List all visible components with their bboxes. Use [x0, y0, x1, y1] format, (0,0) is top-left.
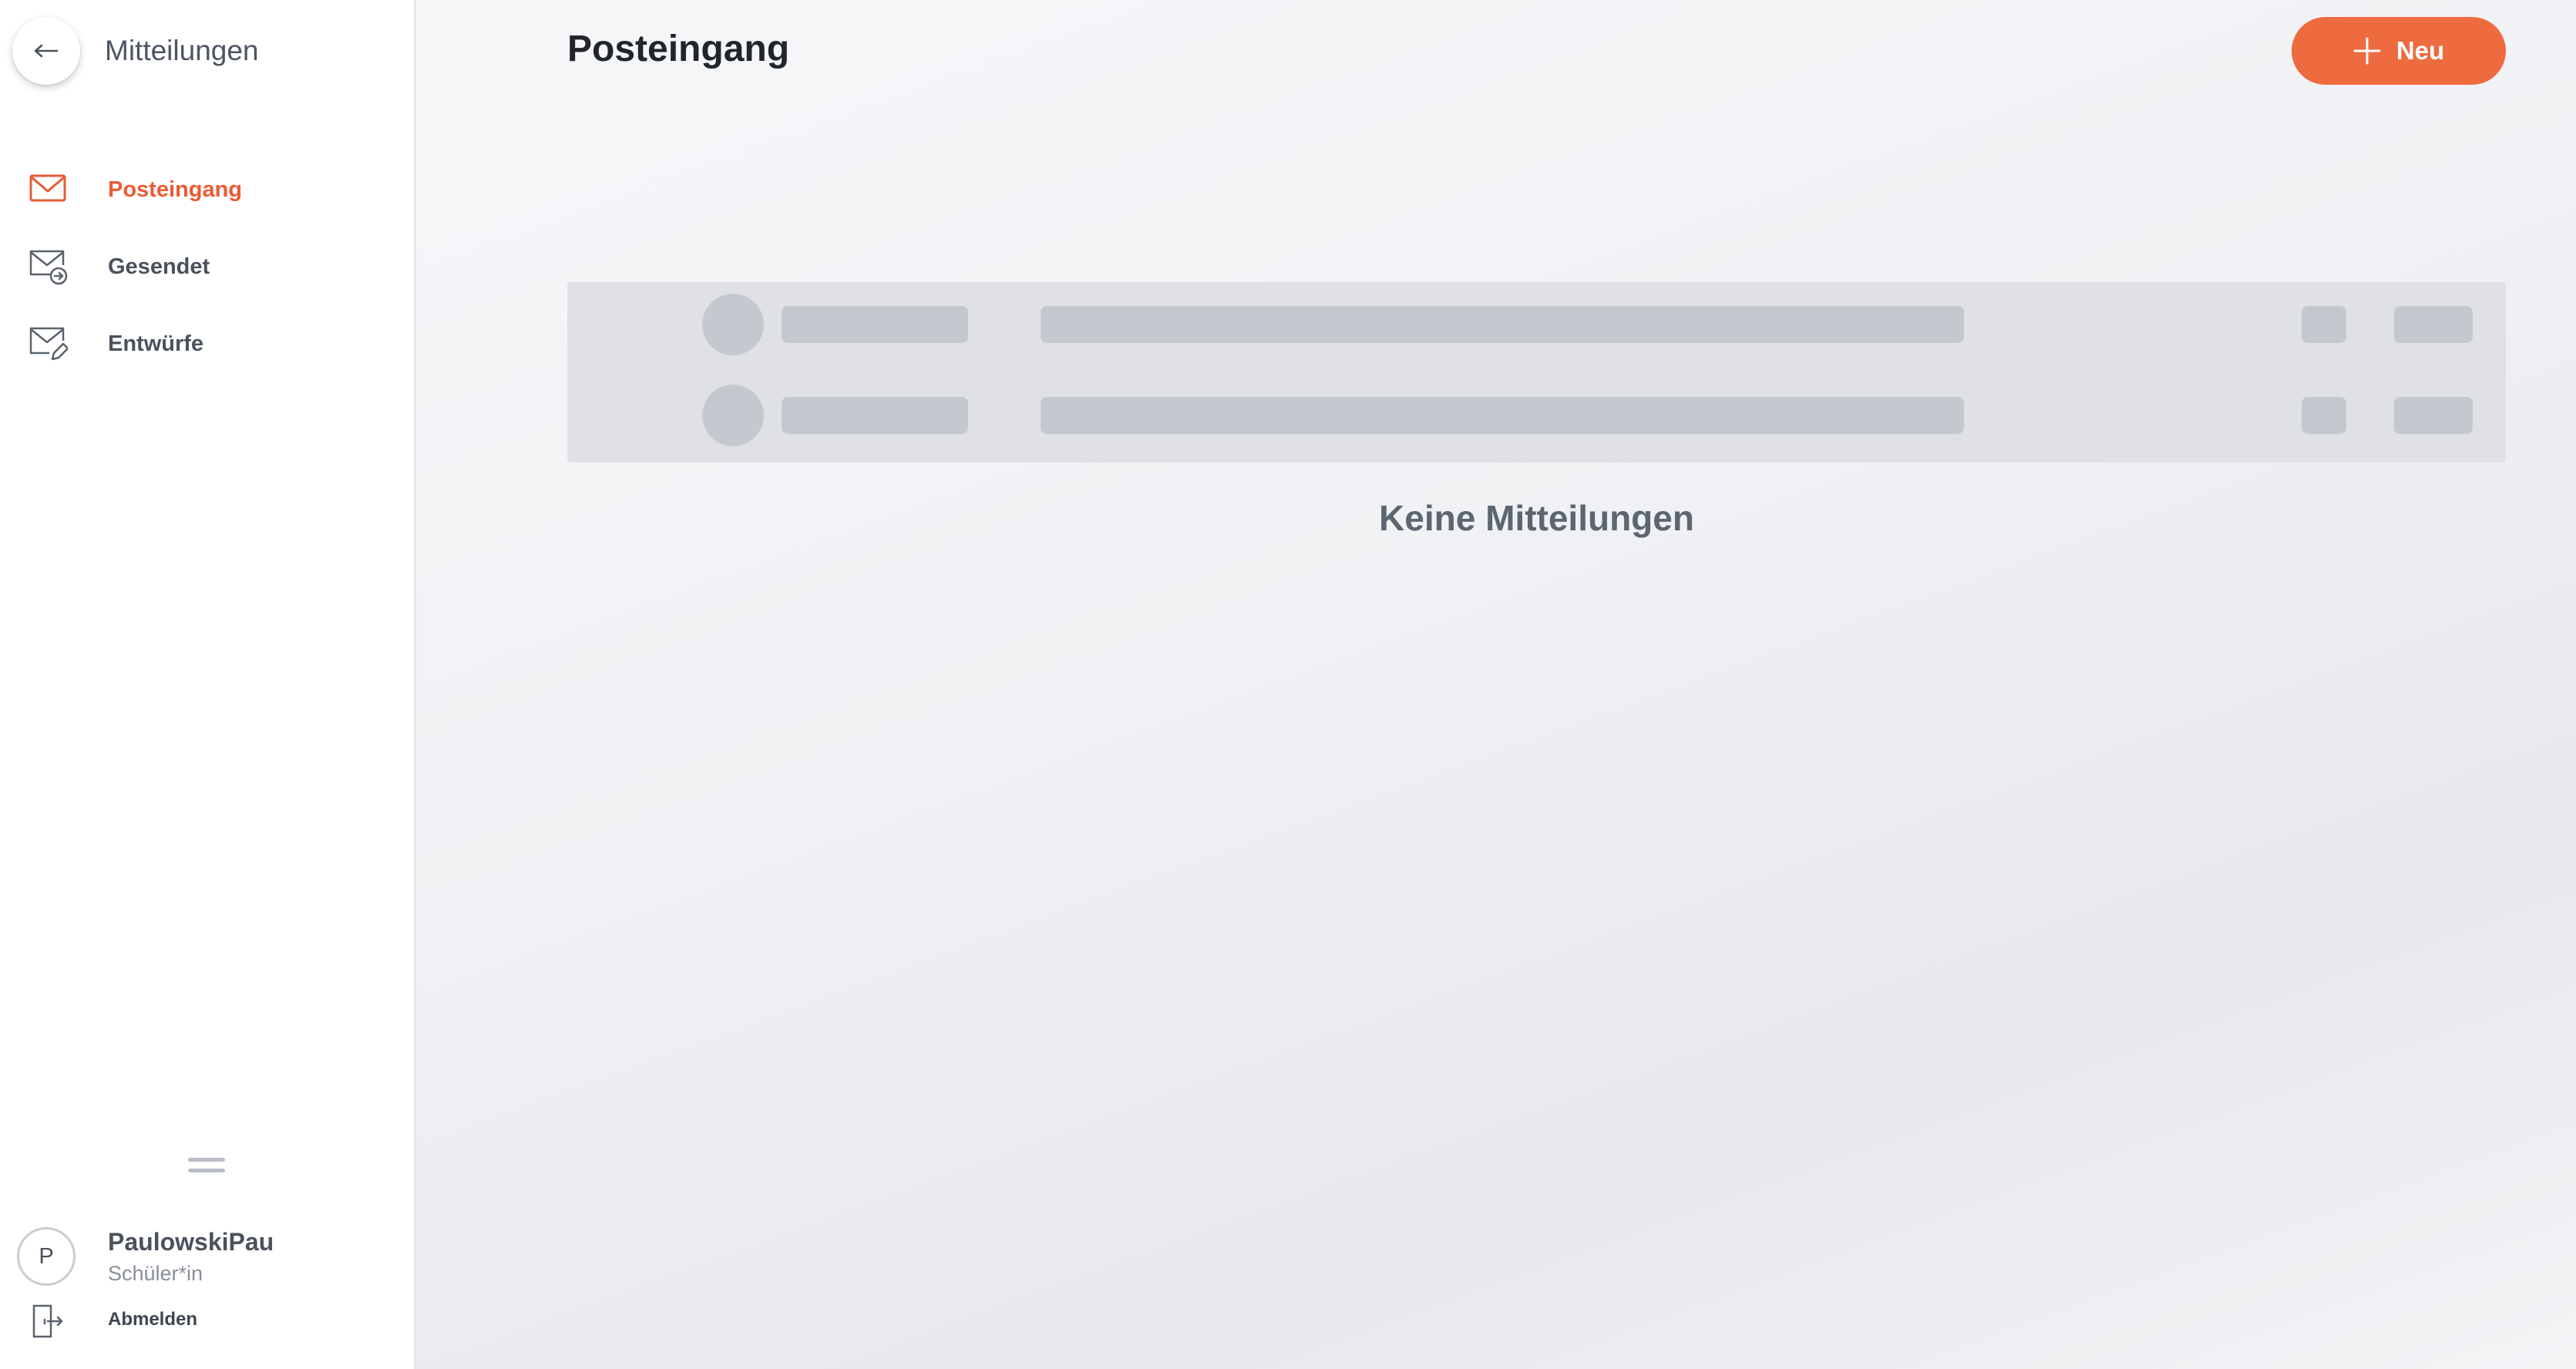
envelope-draft-icon: [29, 327, 68, 361]
back-button[interactable]: [12, 17, 80, 85]
sidebar-nav: Posteingang Gesendet Entwürfe: [0, 151, 414, 382]
sidebar-item-entwuerfe[interactable]: Entwürfe: [0, 305, 414, 382]
message-list-skeleton: [567, 282, 2506, 462]
skeleton-flag: [2302, 397, 2346, 434]
new-message-button[interactable]: Neu: [2292, 17, 2506, 85]
logout-icon: [32, 1304, 63, 1338]
arrow-left-icon: [34, 44, 59, 58]
user-name: PaulowskiPau: [108, 1228, 274, 1256]
logout-button[interactable]: Abmelden: [0, 1300, 308, 1346]
page-title: Posteingang: [567, 29, 790, 69]
skeleton-row: [567, 385, 2506, 446]
skeleton-sender: [782, 397, 968, 434]
envelope-icon: [29, 174, 66, 202]
new-button-label: Neu: [2396, 36, 2445, 65]
sidebar-title: Mitteilungen: [105, 35, 259, 66]
skeleton-sender: [782, 306, 968, 343]
plus-icon: [2353, 37, 2381, 65]
skeleton-date: [2394, 306, 2473, 343]
skeleton-row: [567, 294, 2506, 355]
avatar[interactable]: P: [17, 1227, 76, 1286]
drag-handle-icon[interactable]: [188, 1158, 225, 1176]
user-role: Schüler*in: [108, 1262, 203, 1285]
skeleton-avatar: [702, 385, 764, 446]
empty-state-text: Keine Mitteilungen: [1379, 498, 1694, 538]
main-content: Posteingang Neu Keine Mitteilungen: [416, 0, 2576, 1369]
skeleton-subject: [1041, 306, 1964, 343]
skeleton-date: [2394, 397, 2473, 434]
envelope-sent-icon: [29, 250, 68, 285]
sidebar-item-label: Entwürfe: [108, 331, 204, 356]
skeleton-avatar: [702, 294, 764, 355]
sidebar: Mitteilungen Posteingang Gesendet Entwür…: [0, 0, 416, 1369]
skeleton-subject: [1041, 397, 1964, 434]
skeleton-flag: [2302, 306, 2346, 343]
sidebar-item-gesendet[interactable]: Gesendet: [0, 228, 414, 305]
sidebar-item-label: Posteingang: [108, 177, 243, 202]
logout-label: Abmelden: [108, 1309, 198, 1330]
sidebar-item-posteingang[interactable]: Posteingang: [0, 151, 414, 228]
sidebar-item-label: Gesendet: [108, 254, 210, 279]
